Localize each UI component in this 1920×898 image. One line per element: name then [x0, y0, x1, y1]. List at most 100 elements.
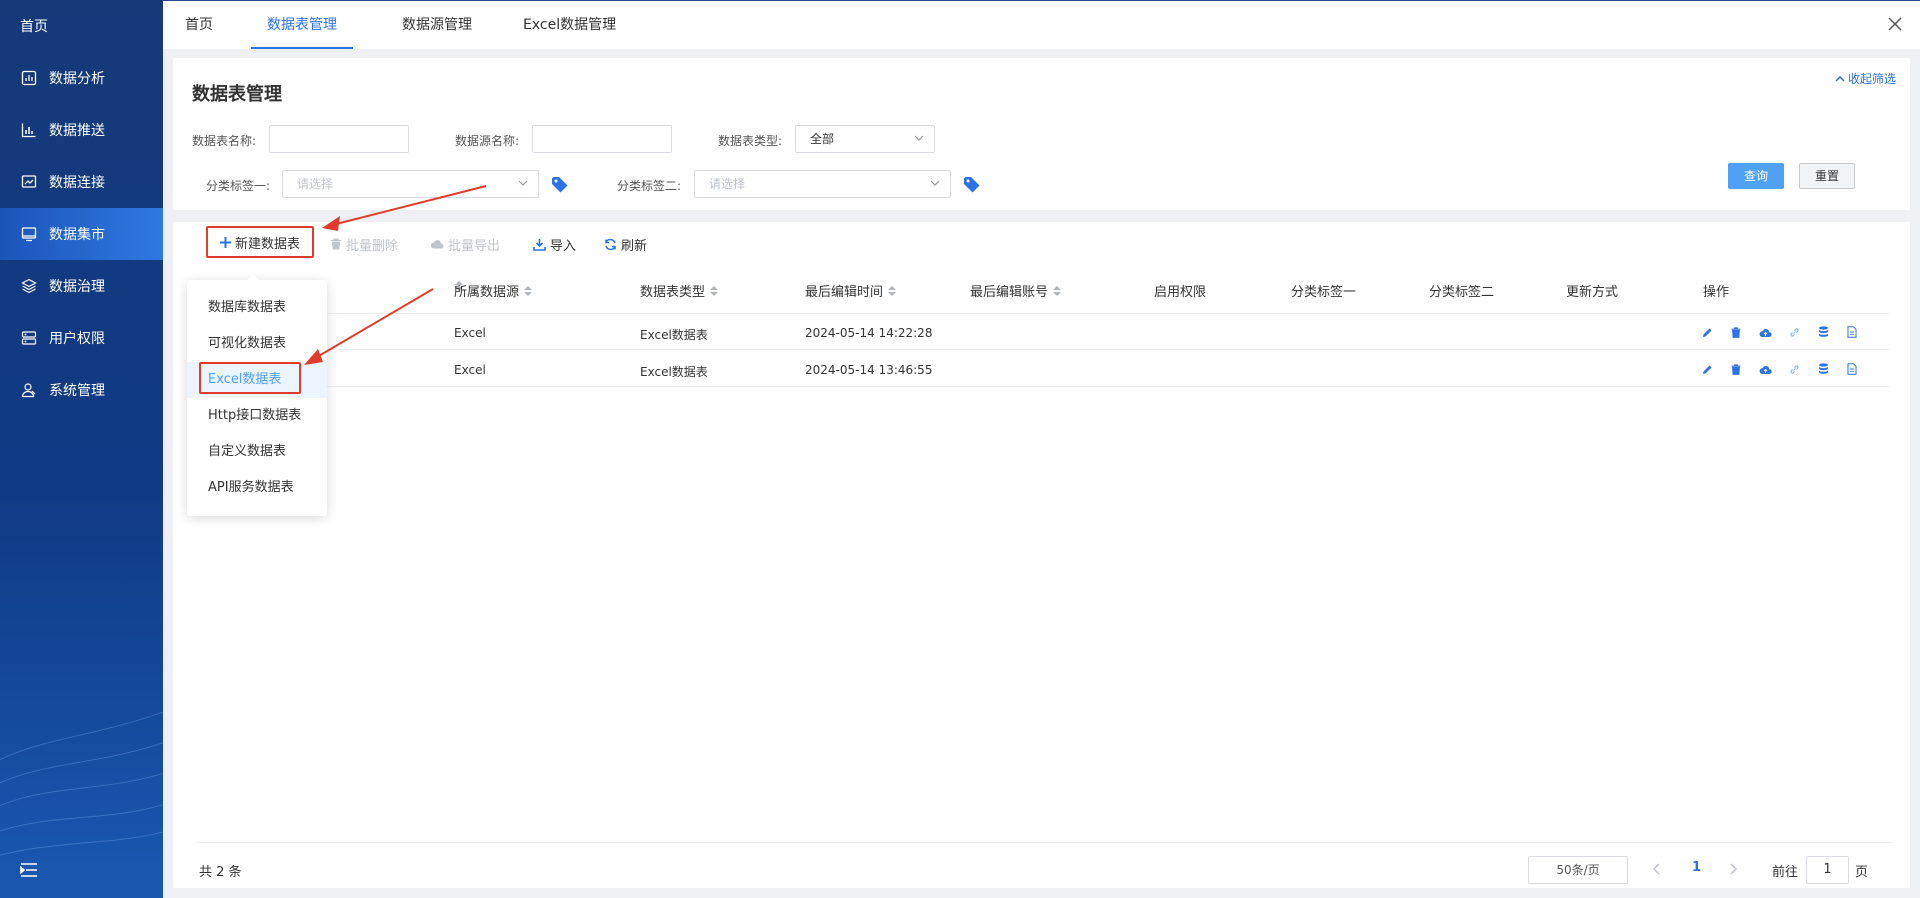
edit-icon[interactable]	[1700, 362, 1714, 376]
sidebar-item-data-push[interactable]: 数据推送	[0, 104, 163, 156]
sidebar-item-user-permission[interactable]: 用户权限	[0, 312, 163, 364]
dropdown-item-http-table[interactable]: Http接口数据表	[187, 398, 327, 434]
delete-icon[interactable]	[1729, 362, 1743, 376]
sidebar-item-label: 数据治理	[49, 279, 105, 295]
pagination-divider	[196, 842, 1893, 843]
sidebar-item-label: 数据连接	[49, 175, 105, 191]
sort-icon	[710, 285, 719, 296]
refresh-label: 刷新	[621, 238, 648, 254]
chevron-left-icon[interactable]	[1650, 862, 1664, 876]
column-header-edit-time[interactable]: 最后编辑时间	[805, 281, 897, 300]
tab-bar: 首页 数据表管理 数据源管理 Excel数据管理	[163, 0, 1920, 49]
database-icon[interactable]	[1816, 362, 1830, 376]
chevron-down-icon	[914, 135, 924, 141]
close-icon[interactable]	[1888, 17, 1902, 31]
collapse-filter-link[interactable]: 收起筛选	[1835, 70, 1896, 87]
chevron-up-icon	[1835, 75, 1845, 82]
delete-icon[interactable]	[1729, 325, 1743, 339]
link-icon[interactable]	[1787, 362, 1801, 376]
query-button[interactable]: 查询	[1728, 163, 1784, 189]
sidebar-item-label: 系统管理	[49, 383, 105, 399]
source-name-input[interactable]	[532, 125, 672, 153]
edit-icon[interactable]	[1700, 325, 1714, 339]
header-label: 最后编辑时间	[805, 285, 884, 300]
tab-table-manage[interactable]: 数据表管理	[251, 1, 353, 49]
new-table-button[interactable]: 新建数据表	[206, 226, 314, 258]
database-icon[interactable]	[1816, 325, 1830, 339]
pagination-goto-label: 前往	[1772, 865, 1799, 880]
page-size-select[interactable]: 50条/页	[1528, 856, 1628, 884]
column-header-tag2: 分类标签二	[1429, 285, 1495, 300]
sidebar-item-data-governance[interactable]: 数据治理	[0, 260, 163, 312]
tag1-placeholder: 请选择	[297, 177, 334, 191]
sort-icon	[524, 285, 533, 296]
sidebar-item-label: 数据推送	[49, 123, 105, 139]
column-header-edit-account[interactable]: 最后编辑账号	[970, 281, 1062, 300]
cloud-icon	[430, 240, 444, 249]
tab-excel-manage[interactable]: Excel数据管理	[507, 1, 632, 49]
chart-board-icon	[20, 69, 38, 87]
reset-button[interactable]: 重置	[1799, 163, 1855, 189]
row2-source: Excel	[454, 363, 486, 377]
sidebar-item-label: 数据分析	[49, 71, 105, 87]
link-icon[interactable]	[1787, 325, 1801, 339]
column-header-permission: 启用权限	[1154, 285, 1207, 300]
table-name-input[interactable]	[269, 125, 409, 153]
refresh-button[interactable]: 刷新	[604, 234, 647, 254]
tab-source-manage[interactable]: 数据源管理	[386, 1, 488, 49]
column-header-source[interactable]: 所属数据源	[454, 281, 533, 300]
menu-collapse-icon[interactable]	[20, 862, 38, 878]
table-type-label: 数据表类型:	[718, 134, 783, 148]
tag1-select[interactable]: 请选择	[282, 170, 539, 198]
sidebar-item-system-manage[interactable]: 系统管理	[0, 364, 163, 416]
tab-home[interactable]: 首页	[169, 1, 229, 49]
document-icon[interactable]	[1845, 362, 1859, 376]
row1-source: Excel	[454, 326, 486, 340]
row1-type: Excel数据表	[640, 328, 708, 342]
sidebar-home[interactable]: 首页	[20, 16, 48, 36]
cloud-upload-icon[interactable]	[1758, 325, 1772, 339]
column-header-update-mode: 更新方式	[1566, 285, 1619, 300]
link-chart-icon	[20, 173, 38, 191]
column-header-type[interactable]: 数据表类型	[640, 281, 719, 300]
sidebar-item-label: 数据集市	[49, 227, 105, 243]
header-label: 数据表类型	[640, 285, 706, 300]
plus-icon	[219, 236, 231, 248]
sidebar-item-data-market[interactable]: 数据集市	[0, 208, 163, 260]
user-group-icon	[20, 329, 38, 347]
chevron-right-icon[interactable]	[1726, 862, 1740, 876]
monitor-icon	[20, 225, 38, 243]
pagination-page-suffix: 页	[1855, 865, 1869, 880]
batch-delete-label: 批量删除	[346, 238, 399, 254]
trash-icon	[331, 238, 341, 250]
dropdown-item-visual-table[interactable]: 可视化数据表	[187, 326, 327, 362]
user-settings-icon	[20, 381, 38, 399]
document-icon[interactable]	[1845, 325, 1859, 339]
decorative-wave	[0, 711, 163, 856]
tag-icon[interactable]	[963, 176, 981, 194]
layers-icon	[20, 277, 38, 295]
pagination-current-page[interactable]: 1	[1692, 860, 1701, 875]
sort-icon	[1053, 285, 1062, 296]
pagination-goto-input[interactable]: 1	[1806, 856, 1849, 884]
chevron-down-icon	[930, 180, 940, 186]
cloud-upload-icon[interactable]	[1758, 362, 1772, 376]
row2-type: Excel数据表	[640, 365, 708, 379]
dropdown-item-api-table[interactable]: API服务数据表	[187, 470, 327, 506]
batch-delete-button[interactable]: 批量删除	[330, 234, 398, 254]
table-type-select[interactable]: 全部	[795, 125, 935, 153]
dropdown-item-database-table[interactable]: 数据库数据表	[187, 290, 327, 326]
tag2-label: 分类标签二:	[617, 179, 682, 193]
batch-export-button[interactable]: 批量导出	[430, 234, 500, 254]
dropdown-item-custom-table[interactable]: 自定义数据表	[187, 434, 327, 470]
sidebar-item-data-connect[interactable]: 数据连接	[0, 156, 163, 208]
tag-icon[interactable]	[551, 176, 569, 194]
row2-time: 2024-05-14 13:46:55	[805, 363, 933, 377]
sidebar-item-data-analysis[interactable]: 数据分析	[0, 52, 163, 104]
source-name-label: 数据源名称:	[455, 134, 520, 148]
tag1-label: 分类标签一:	[206, 179, 271, 193]
sidebar: 首页 数据分析 数据推送 数据连接 数据集市 数据治理 用户权限 系统管理	[0, 0, 163, 898]
import-button[interactable]: 导入	[533, 234, 576, 254]
bar-chart-icon	[20, 121, 38, 139]
tag2-select[interactable]: 请选择	[694, 170, 951, 198]
